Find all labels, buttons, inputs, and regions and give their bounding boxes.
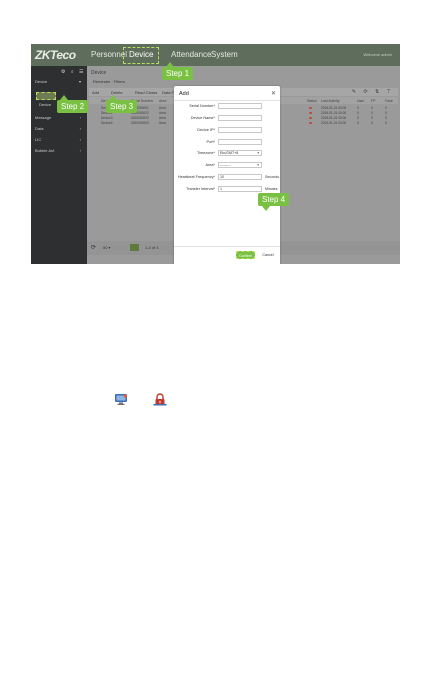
nav-system[interactable]: System	[211, 50, 238, 59]
field-value: 10	[220, 175, 224, 179]
chevron-down-icon: ▾	[257, 151, 259, 155]
divider	[174, 100, 280, 101]
sidebar-item-lic[interactable]: LIC ›	[35, 137, 83, 142]
field-select[interactable]: --------- ▾	[218, 162, 262, 168]
chevron-right-icon: ›	[79, 115, 81, 120]
add-device-dialog: Add ✕ Serial Number* Device Name* Device I…	[174, 86, 280, 264]
status-dot-icon	[309, 121, 312, 124]
column-header[interactable]: Face	[385, 99, 393, 103]
nav-attendance[interactable]: Attendance	[171, 50, 211, 59]
field-input[interactable]	[218, 139, 262, 145]
sidebar-item-label: LIC	[35, 137, 42, 142]
sidebar-item-data[interactable]: Data ›	[35, 126, 83, 131]
logo: ZKTeco	[35, 48, 76, 62]
field-label: Device IP*	[197, 128, 215, 132]
field-input[interactable]	[218, 115, 262, 121]
toolbar-icons[interactable]: ✎ ⟳ ⇅ ⊤	[352, 89, 394, 95]
form-row: Heartbeat Frequency* 10 Seconds	[174, 174, 280, 182]
sidebar-item-label: Message	[35, 115, 52, 120]
field-label: Transfer Interval*	[186, 187, 215, 191]
breadcrumb: Device	[91, 70, 107, 76]
refresh-icon[interactable]: ⟳	[91, 244, 96, 251]
field-label: Heartbeat Frequency*	[177, 175, 215, 179]
status-dot-icon	[309, 111, 312, 114]
form-row: Device IP*	[174, 127, 280, 135]
divider	[174, 246, 280, 247]
chevron-down-icon: ▾	[78, 79, 81, 84]
device-highlight-frame	[123, 47, 159, 64]
sidebar-item-device[interactable]: Device ▾	[35, 79, 83, 84]
top-navigation-bar: ZKTeco Personnel Device Attendance Syste…	[31, 44, 400, 66]
close-icon[interactable]: ✕	[271, 90, 276, 97]
chevron-right-icon: ›	[79, 137, 81, 142]
field-value: Etc/GMT+8	[220, 151, 239, 155]
field-label: Device Name*	[190, 116, 215, 120]
page-size-select[interactable]: 50 ▾	[103, 245, 111, 250]
field-value: ---------	[220, 163, 231, 167]
status-dot-icon	[309, 116, 312, 119]
field-label: Timezone*	[196, 151, 215, 155]
lock-icon	[153, 393, 167, 406]
sidebar-tools-icons[interactable]: ⚙ ⌕ ☰	[61, 69, 86, 75]
table-cell: Device4	[101, 121, 113, 125]
sidebar-item-label: Bubble Ant	[35, 148, 55, 153]
page-button[interactable]	[130, 244, 139, 251]
table-cell: 0000000004	[131, 121, 149, 125]
screenshot-frame: ZKTeco Personnel Device Attendance Syste…	[31, 44, 400, 264]
chevron-right-icon: ›	[79, 126, 81, 131]
column-header[interactable]: FP	[371, 99, 375, 103]
field-input[interactable]: 10	[218, 174, 262, 180]
field-input[interactable]: 1	[218, 186, 262, 192]
table-cell: 0	[385, 121, 387, 125]
table-cell: 0	[371, 121, 373, 125]
sidebar-subitem-highlight[interactable]	[36, 92, 56, 100]
step-2-callout: Step 2	[57, 95, 89, 113]
filter-bar[interactable]: Reminder · Filters	[93, 79, 125, 84]
table-cell: Area	[159, 121, 166, 125]
form-row: Serial Number*	[174, 103, 280, 111]
form-row: Device Name*	[174, 115, 280, 123]
sidebar-item-label: Device	[35, 79, 48, 84]
column-header[interactable]: Last Activity	[321, 99, 339, 103]
chevron-down-icon: ▾	[257, 163, 259, 167]
field-value: 1	[220, 187, 222, 191]
step-1-callout: Step 1	[162, 62, 194, 80]
sidebar-item-label: Device	[39, 102, 52, 107]
chevron-right-icon: ›	[79, 148, 81, 153]
form-row: Timezone* Etc/GMT+8 ▾	[174, 150, 280, 158]
field-label: Area*	[205, 163, 216, 167]
column-header[interactable]: User	[357, 99, 364, 103]
confirm-button[interactable]: Confirm	[236, 251, 255, 259]
status-dot-icon	[309, 106, 312, 109]
column-header[interactable]: Status	[307, 99, 317, 103]
table-cell: 2019-01-01 00:00	[321, 121, 347, 125]
field-label: Port*	[206, 140, 215, 144]
monitor-icon	[115, 394, 128, 405]
add-button[interactable]: Add	[92, 90, 99, 95]
page-range: 1-4 of 4	[145, 245, 159, 250]
dialog-title: Add	[179, 91, 189, 97]
step-4-callout: Step 4	[258, 193, 290, 211]
field-unit: Minutes	[265, 187, 278, 191]
field-unit: Seconds	[265, 175, 279, 179]
field-label: Serial Number*	[189, 104, 215, 108]
field-select[interactable]: Etc/GMT+8 ▾	[218, 150, 262, 156]
field-input[interactable]	[218, 103, 262, 109]
sidebar-item-message[interactable]: Message ›	[35, 115, 83, 120]
nav-personnel[interactable]: Personnel	[91, 50, 127, 59]
read-button[interactable]: Read Clears	[135, 90, 157, 95]
user-info[interactable]: Welcome admin	[363, 52, 392, 57]
step-3-callout: Step 3	[106, 95, 138, 113]
form-row: Area* --------- ▾	[174, 162, 280, 170]
sidebar-item-label: Data	[35, 126, 44, 131]
form-row: Port*	[174, 139, 280, 147]
sidebar: ⚙ ⌕ ☰ Device ▾ Device Message › Data › L…	[31, 66, 87, 264]
field-input[interactable]	[218, 127, 262, 133]
cancel-button[interactable]: Cancel	[260, 251, 276, 259]
table-cell: 0	[357, 121, 359, 125]
sidebar-item-bubble[interactable]: Bubble Ant ›	[35, 148, 83, 153]
column-header[interactable]: Area	[159, 99, 166, 103]
